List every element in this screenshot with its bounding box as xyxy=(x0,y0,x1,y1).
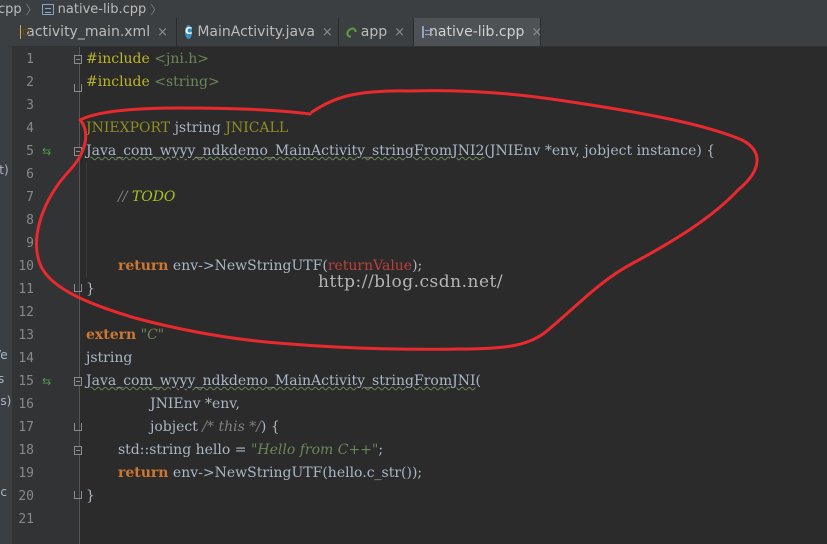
fold-icon[interactable] xyxy=(74,377,82,386)
project-panel-edge[interactable]: st) Ve s es) ac xyxy=(0,18,12,544)
line-number: 1 xyxy=(26,52,34,67)
line-number: 15 xyxy=(18,374,34,389)
line-number: 7 xyxy=(26,190,34,205)
code-line-17: jobject /* this */) { xyxy=(150,419,280,435)
line-number: 9 xyxy=(26,236,34,251)
xml-file-icon xyxy=(20,25,33,39)
line-number: 14 xyxy=(18,351,34,366)
code-line-5: Java_com_wyyy_ndkdemo_MainActivity_strin… xyxy=(86,143,716,159)
close-icon[interactable]: × xyxy=(531,25,542,40)
code-editor[interactable]: #include <jni.h> #include <string> JNIEX… xyxy=(86,47,826,544)
watermark: http://blog.csdn.net/ xyxy=(318,272,504,292)
line-number: 3 xyxy=(26,98,34,113)
breadcrumb-item-cpp[interactable]: cpp xyxy=(0,2,22,17)
line-number: 2 xyxy=(26,75,34,90)
code-line-15: Java_com_wyyy_ndkdemo_MainActivity_strin… xyxy=(86,373,481,389)
line-number: 5 xyxy=(26,144,34,159)
tab-activity-main-xml[interactable]: activity_main.xml × xyxy=(12,18,177,46)
code-line-13: extern "C" xyxy=(86,327,165,343)
close-icon[interactable]: × xyxy=(322,25,333,40)
tab-native-lib-cpp[interactable]: native-lib.cpp × xyxy=(414,18,542,46)
code-line-7: // TODO xyxy=(118,189,176,205)
code-line-11: } xyxy=(86,281,95,297)
fold-icon[interactable] xyxy=(74,55,82,64)
chevron-right-icon: 〉 xyxy=(25,2,38,17)
navigate-to-declaration-icon[interactable]: ⇆ xyxy=(42,371,51,393)
breadcrumb: cpp 〉 native-lib.cpp 〉 xyxy=(0,0,827,18)
line-number: 20 xyxy=(18,489,34,504)
indent-guide xyxy=(86,162,87,277)
line-number: 11 xyxy=(18,282,34,297)
line-number: 8 xyxy=(26,213,34,228)
line-number: 19 xyxy=(18,466,34,481)
chevron-right-icon: 〉 xyxy=(150,2,163,17)
line-number: 4 xyxy=(26,121,34,136)
line-number: 12 xyxy=(18,305,34,320)
line-number: 6 xyxy=(26,167,34,182)
code-line-2: #include <string> xyxy=(86,74,220,90)
line-number: 10 xyxy=(18,259,34,274)
navigate-to-declaration-icon[interactable]: ⇆ xyxy=(42,141,51,163)
gradle-module-icon xyxy=(344,25,359,39)
fold-end-icon[interactable] xyxy=(74,84,82,92)
code-line-14: jstring xyxy=(86,350,133,366)
code-line-20: } xyxy=(86,488,95,504)
fold-end-icon[interactable] xyxy=(74,284,82,292)
breadcrumb-item-file[interactable]: native-lib.cpp xyxy=(41,2,146,17)
close-icon[interactable]: × xyxy=(394,25,405,40)
code-line-1: #include <jni.h> xyxy=(86,51,210,67)
fold-end-icon[interactable] xyxy=(74,491,82,499)
code-line-4: JNIEXPORT jstring JNICALL xyxy=(86,120,289,136)
code-line-16: JNIEnv *env, xyxy=(150,396,240,412)
line-number: 13 xyxy=(18,328,34,343)
fold-icon[interactable] xyxy=(74,446,82,455)
cpp-file-icon xyxy=(422,26,433,38)
line-number: 16 xyxy=(18,397,34,412)
editor-gutter[interactable]: 1 2 3 4 5 6 7 8 9 10 11 12 13 14 15 16 1… xyxy=(12,47,82,544)
fold-icon[interactable] xyxy=(74,147,82,156)
code-line-19: return env->NewStringUTF(hello.c_str()); xyxy=(118,465,423,481)
line-number: 18 xyxy=(18,443,34,458)
line-number: 21 xyxy=(18,512,34,527)
line-number: 17 xyxy=(18,420,34,435)
code-line-18: std::string hello = "Hello from C++"; xyxy=(118,442,384,458)
java-class-icon: C xyxy=(185,25,193,39)
tab-main-activity-java[interactable]: C MainActivity.java × xyxy=(177,18,339,46)
editor-tabs: activity_main.xml × C MainActivity.java … xyxy=(12,18,827,47)
fold-end-icon[interactable] xyxy=(74,423,82,431)
tab-app[interactable]: app × xyxy=(339,18,414,46)
close-icon[interactable]: × xyxy=(157,25,168,40)
cpp-file-icon xyxy=(41,3,54,15)
